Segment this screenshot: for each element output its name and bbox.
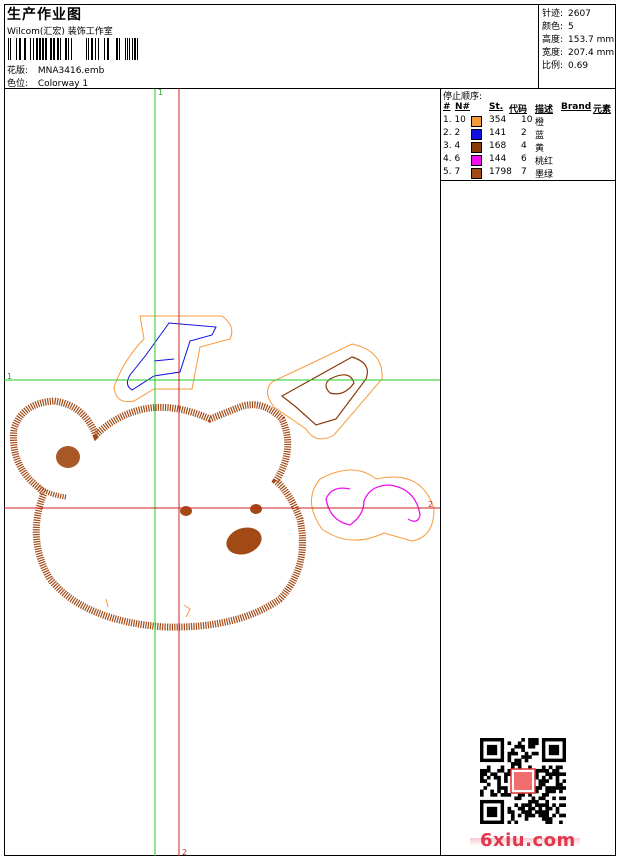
- col-header-st: St.: [489, 102, 504, 112]
- legend-code: 10: [521, 115, 533, 125]
- stat-row: 高度: 153.7 mm: [542, 35, 615, 45]
- color-swatch: [471, 116, 482, 127]
- colorway-value: Colorway 1: [37, 79, 89, 89]
- legend-code: 4: [521, 141, 527, 151]
- studio-subtitle: Wilcom(汇宏) 装饰工作室: [7, 27, 113, 37]
- legend-stop-num: 3. 4: [443, 141, 461, 151]
- design-label: 花版:: [7, 66, 29, 76]
- bear-eye: [250, 504, 262, 514]
- legend-desc: 蓝: [535, 131, 545, 141]
- embroidery-preview: 1 1 2 2: [4, 89, 440, 856]
- legend-row: 5. 7 1798 7 墨绿: [441, 167, 616, 180]
- legend-desc: 橙: [535, 118, 545, 128]
- col-header-desc: 描述: [535, 105, 554, 115]
- legend-desc: 桃红: [535, 157, 554, 167]
- legend-code: 2: [521, 128, 527, 138]
- col-header-num: #: [443, 102, 451, 112]
- colorway-row: 色位: Colorway 1: [7, 76, 88, 89]
- color-swatch: [471, 129, 482, 140]
- legend-desc: 墨绿: [535, 170, 554, 180]
- design-value: MNA3416.emb: [37, 66, 105, 76]
- legend-title: 停止顺序:: [443, 92, 483, 102]
- legend-code: 7: [521, 167, 527, 177]
- qr-code: [480, 738, 566, 824]
- color-swatch: [471, 155, 482, 166]
- legend-row: 2. 2 141 2 蓝: [441, 128, 616, 141]
- legend-stop-num: 2. 2: [443, 128, 461, 138]
- page-title: 生产作业图: [7, 7, 82, 23]
- legend-stitches: 168: [489, 141, 507, 151]
- col-header-brand: Brand: [561, 102, 592, 112]
- pink-letter-s: [325, 484, 421, 526]
- legend-stop-num: 1. 10: [443, 115, 466, 125]
- stop-sequence-legend: 停止顺序: # N# St. 代码 描述 Brand 元素 1. 10 354 10…: [441, 89, 616, 181]
- stats-panel: 针迹: 2607 颜色: 5 高度: 153.7 mm 宽度: 207.4 mm 比例:…: [539, 4, 616, 89]
- legend-desc: 黄: [535, 144, 545, 154]
- stat-row: 宽度: 207.4 mm: [542, 48, 615, 58]
- guide-v2-label: 2: [182, 848, 187, 856]
- bear-inner-ear: [56, 446, 80, 468]
- legend-stop-num: 4. 6: [443, 154, 461, 164]
- color-swatch: [471, 142, 482, 153]
- stat-row: 比例: 0.69: [542, 61, 589, 71]
- design-canvas: 1 1 2 2: [4, 89, 441, 856]
- stat-row: 颜色: 5: [542, 22, 574, 32]
- col-header-n: N#: [455, 102, 471, 112]
- legend-row: 1. 10 354 10 橙: [441, 115, 616, 128]
- col-header-code: 代码: [509, 105, 528, 115]
- legend-stitches: 354: [489, 115, 507, 125]
- legend-stop-num: 5. 7: [443, 167, 461, 177]
- design-name-row: 花版: MNA3416.emb: [7, 63, 104, 76]
- watermark-brand: 6xiu.com: [480, 830, 576, 851]
- orange-mark: [105, 598, 109, 608]
- orange-mark: [183, 604, 191, 618]
- guide-h2-label: 2: [428, 500, 433, 509]
- legend-stitches: 1798: [489, 167, 512, 177]
- header-panel: 生产作业图 Wilcom(汇宏) 装饰工作室 花版: MNA3416.emb 色…: [4, 4, 539, 89]
- legend-code: 6: [521, 154, 527, 164]
- guide-h1-label: 1: [7, 372, 12, 381]
- barcode: [8, 38, 138, 60]
- stat-row: 针迹: 2607: [542, 9, 591, 19]
- col-header-element: 元素: [593, 105, 612, 115]
- guide-v1-label: 1: [158, 89, 163, 97]
- legend-stitches: 144: [489, 154, 507, 164]
- color-swatch: [471, 168, 482, 179]
- legend-row: 3. 4 168 4 黄: [441, 141, 616, 154]
- orange-outline-s: [311, 469, 435, 542]
- legend-row: 4. 6 144 6 桃红: [441, 154, 616, 167]
- legend-stitches: 141: [489, 128, 507, 138]
- bear-head-outline: [10, 397, 306, 631]
- bear-cheek: [226, 527, 262, 555]
- colorway-label: 色位:: [7, 79, 29, 89]
- brown-letter-a: [280, 356, 368, 426]
